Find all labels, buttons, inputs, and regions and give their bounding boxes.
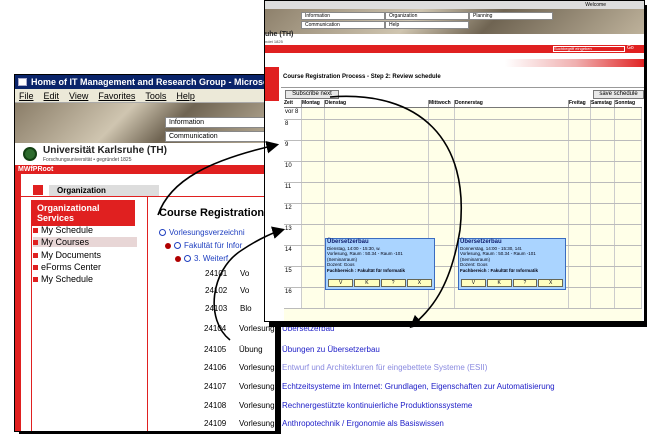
annotation-arrows (157, 95, 462, 341)
arrow-event (329, 95, 462, 329)
arrow-subscribe (157, 140, 280, 216)
arrow-back (213, 226, 286, 341)
composite-screenshot: { "win_a": { "title": "Home of IT Manage… (0, 0, 647, 434)
